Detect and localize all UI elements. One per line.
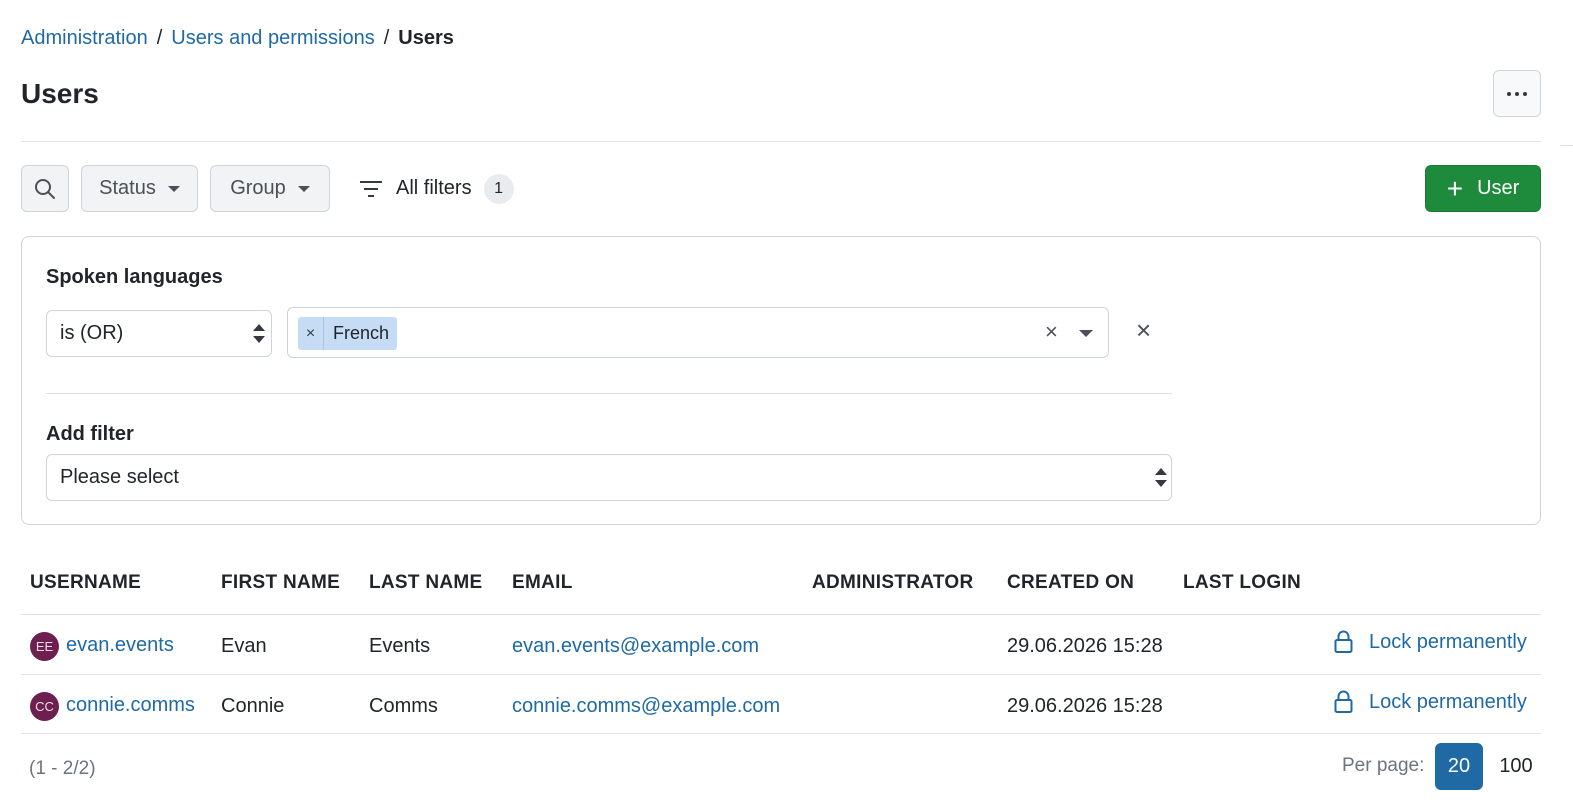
username-link[interactable]: evan.events [66, 634, 174, 657]
search-icon [35, 178, 55, 199]
language-chip-french: × French [298, 317, 398, 350]
avatar: EE [30, 632, 59, 661]
status-filter-label: Status [99, 177, 156, 199]
plus-icon: + [1446, 172, 1464, 204]
chip-remove-icon[interactable]: × [298, 317, 324, 350]
add-filter-label: Add filter [46, 423, 134, 445]
email-link[interactable]: connie.comms@example.com [512, 695, 780, 718]
created-on-cell: 29.06.2026 15:28 [1007, 695, 1163, 717]
filter-panel: Spoken languages is (OR) × French × × Ad… [21, 236, 1541, 525]
page-title: Users [21, 78, 99, 109]
more-icon [1515, 91, 1519, 96]
column-header-last-login[interactable]: LAST LOGIN [1183, 572, 1301, 594]
add-user-label: User [1477, 177, 1520, 199]
first-name-cell: Evan [221, 635, 267, 657]
per-page-option-20[interactable]: 20 [1435, 743, 1483, 790]
breadcrumb-separator: / [383, 27, 390, 49]
operator-value: is (OR) [60, 322, 124, 344]
filter-divider [46, 393, 1172, 394]
breadcrumb-current: Users [398, 27, 454, 49]
lock-permanently-link[interactable]: Lock permanently [1334, 630, 1527, 654]
edge-divider [1560, 145, 1573, 146]
spoken-languages-label: Spoken languages [46, 266, 223, 288]
email-link[interactable]: evan.events@example.com [512, 635, 759, 658]
avatar: CC [30, 692, 59, 721]
more-icon [1507, 91, 1511, 96]
column-header-username[interactable]: USERNAME [30, 572, 141, 594]
lock-icon [1334, 690, 1353, 713]
remove-filter-icon[interactable]: × [1136, 317, 1151, 343]
table-header-divider [21, 614, 1541, 615]
header-divider [21, 141, 1541, 142]
all-filters-label: All filters [396, 177, 472, 199]
last-name-cell: Comms [369, 695, 438, 717]
lock-permanently-label: Lock permanently [1369, 690, 1527, 713]
breadcrumb-link-administration[interactable]: Administration [21, 27, 148, 50]
breadcrumb-separator: / [156, 27, 163, 49]
first-name-cell: Connie [221, 695, 285, 717]
group-filter-button[interactable]: Group [210, 165, 330, 212]
table-row-divider [21, 674, 1541, 675]
lock-permanently-link[interactable]: Lock permanently [1334, 690, 1527, 714]
more-icon [1523, 91, 1527, 96]
add-filter-placeholder: Please select [60, 466, 179, 488]
last-name-cell: Events [369, 635, 431, 657]
lock-permanently-label: Lock permanently [1369, 630, 1527, 653]
created-on-cell: 29.06.2026 15:28 [1007, 635, 1163, 657]
per-page-option-100[interactable]: 100 [1492, 743, 1540, 790]
group-filter-label: Group [230, 177, 286, 199]
add-filter-select[interactable]: Please select [46, 454, 1172, 501]
column-header-email[interactable]: EMAIL [512, 572, 573, 594]
search-button[interactable] [21, 165, 69, 212]
column-header-first-name[interactable]: FIRST NAME [221, 572, 340, 594]
all-filters-button[interactable]: All filters 1 [358, 165, 514, 212]
more-actions-button[interactable] [1493, 70, 1541, 117]
status-filter-button[interactable]: Status [81, 165, 198, 212]
username-link[interactable]: connie.comms [66, 694, 195, 717]
per-page-label: Per page: [1342, 755, 1425, 776]
select-arrows-icon [253, 324, 265, 346]
chevron-down-icon [167, 185, 180, 192]
table-row-divider [21, 733, 1541, 734]
chip-label: French [333, 323, 390, 343]
chevron-down-icon[interactable] [1079, 330, 1093, 337]
breadcrumb: Administration / Users and permissions /… [21, 27, 454, 50]
column-header-created-on[interactable]: CREATED ON [1007, 572, 1134, 594]
breadcrumb-link-users-and-permissions[interactable]: Users and permissions [171, 27, 374, 50]
chevron-down-icon [297, 185, 310, 192]
filter-icon [360, 180, 382, 197]
add-user-button[interactable]: + User [1425, 165, 1541, 212]
column-header-administrator[interactable]: ADMINISTRATOR [812, 572, 974, 594]
clear-selection-icon[interactable]: × [1045, 319, 1058, 345]
pagination-range: (1 - 2/2) [29, 758, 96, 779]
column-header-last-name[interactable]: LAST NAME [369, 572, 483, 594]
select-arrows-icon [1155, 468, 1167, 490]
all-filters-count-badge: 1 [483, 173, 514, 204]
spoken-languages-value-select[interactable]: × French × [287, 307, 1109, 358]
spoken-languages-operator-select[interactable]: is (OR) [46, 310, 272, 357]
lock-icon [1334, 630, 1353, 653]
